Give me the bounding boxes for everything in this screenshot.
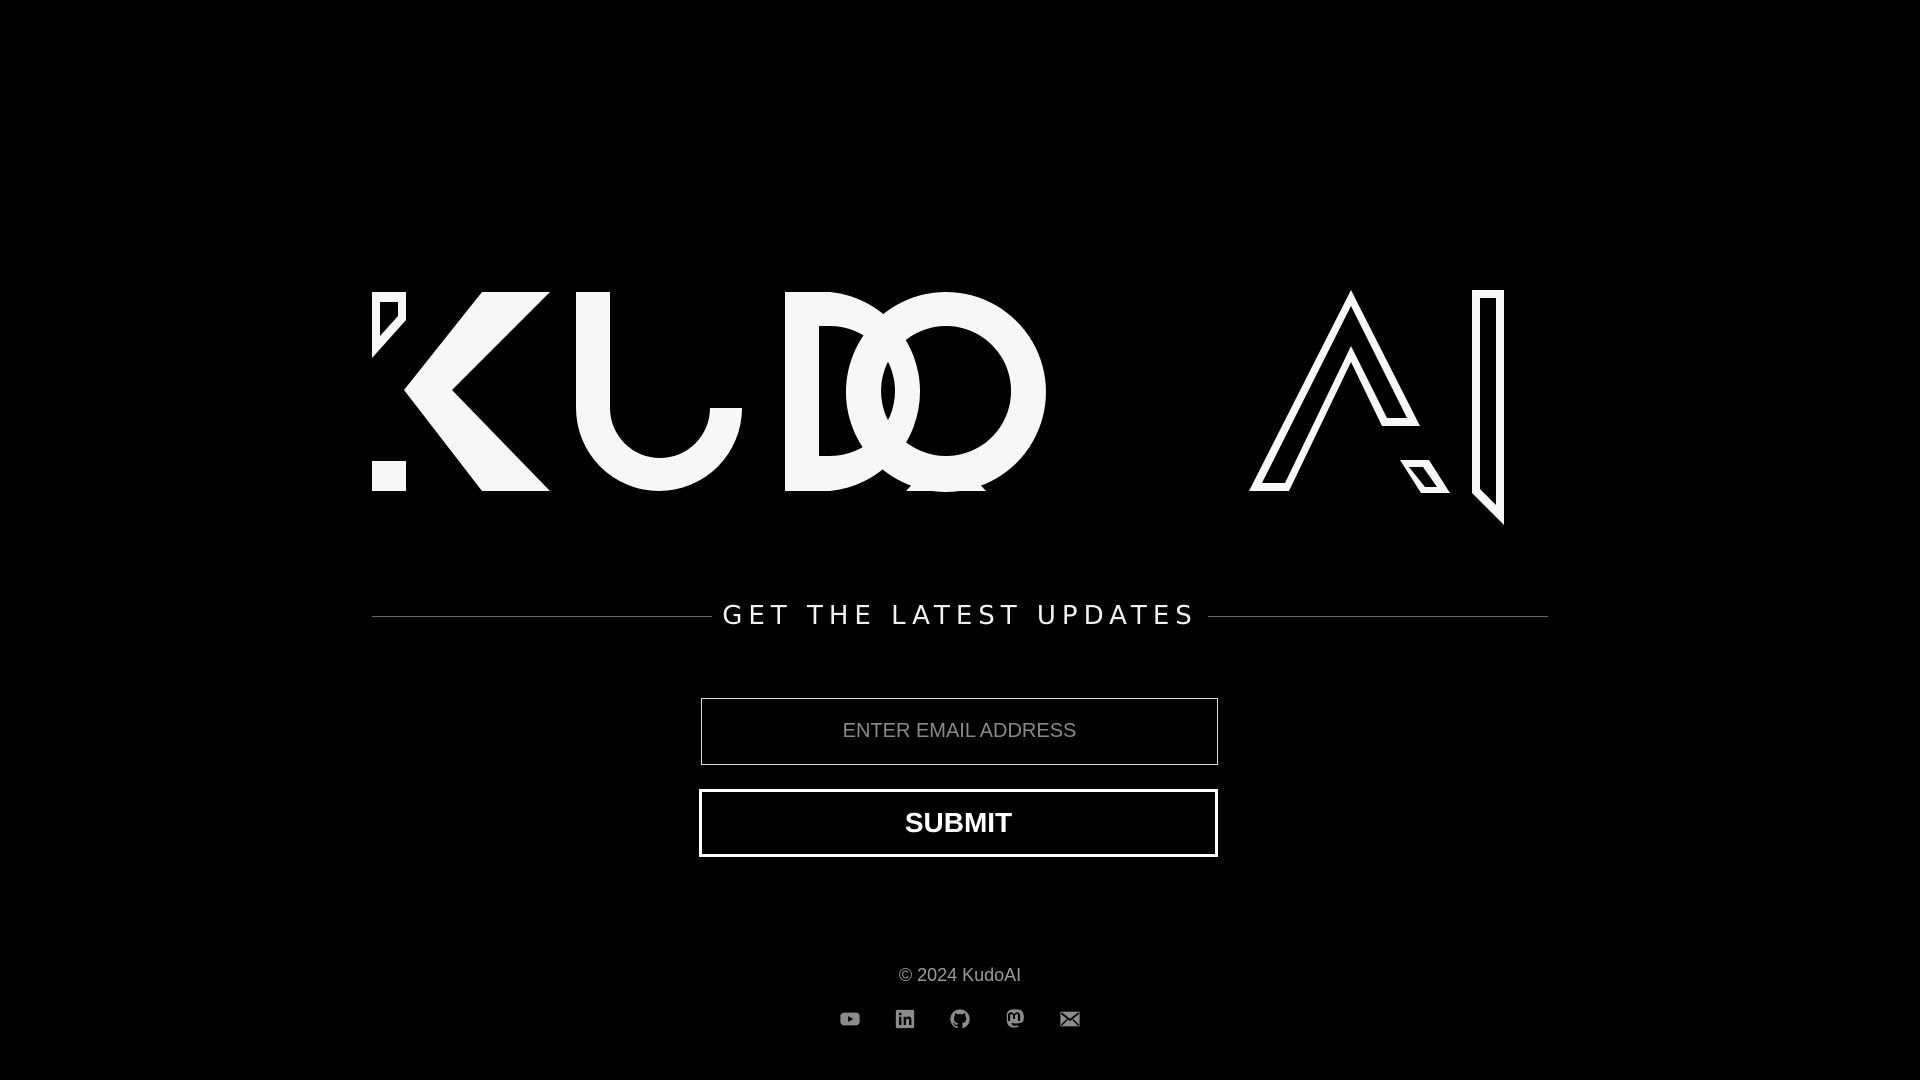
- divider-line-left: [372, 615, 712, 617]
- youtube-icon: [840, 1012, 860, 1026]
- updates-heading: GET THE LATEST UPDATES: [722, 601, 1198, 631]
- email-link[interactable]: [1059, 1008, 1081, 1030]
- mastodon-link[interactable]: [1004, 1008, 1026, 1030]
- github-icon: [950, 1009, 970, 1029]
- landing-page: GET THE LATEST UPDATES SUBMIT © 2024 Kud…: [0, 0, 1920, 1080]
- submit-button[interactable]: SUBMIT: [699, 789, 1218, 857]
- youtube-link[interactable]: [839, 1008, 861, 1030]
- linkedin-icon: [895, 1009, 915, 1029]
- updates-divider: GET THE LATEST UPDATES: [372, 596, 1548, 636]
- social-links: [0, 1008, 1920, 1030]
- email-icon: [1060, 1011, 1080, 1027]
- email-input[interactable]: [701, 698, 1218, 765]
- kudoai-logo: [372, 290, 1504, 525]
- linkedin-link[interactable]: [894, 1008, 916, 1030]
- mastodon-icon: [1006, 1009, 1024, 1028]
- github-link[interactable]: [949, 1008, 971, 1030]
- divider-line-right: [1208, 615, 1548, 617]
- copyright-text: © 2024 KudoAI: [898, 965, 1022, 985]
